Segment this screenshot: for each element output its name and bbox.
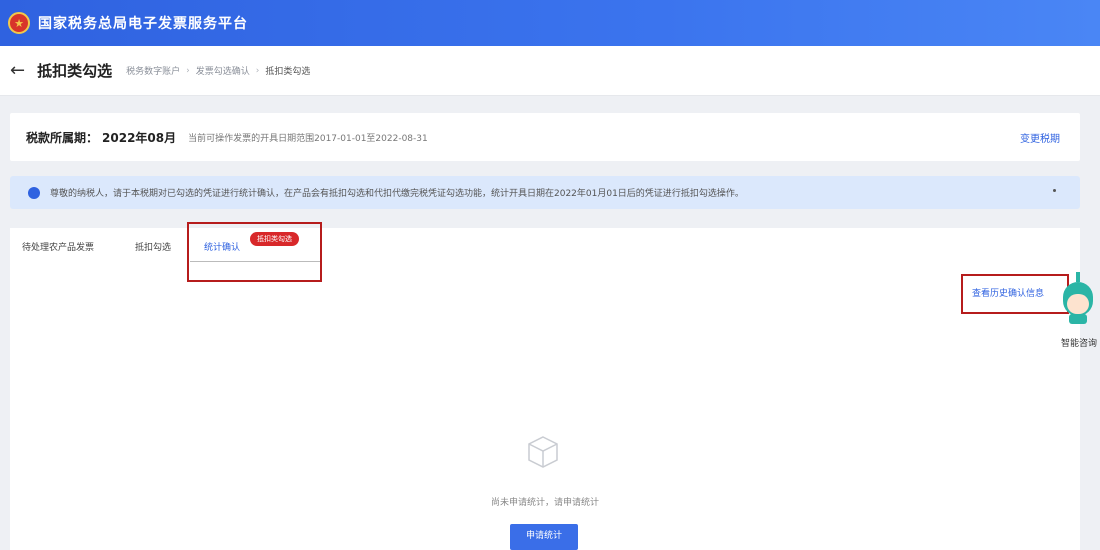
assistant-label: 智能咨询	[1060, 339, 1097, 349]
page-header: ← 抵扣类勾选 税务数字账户 › 发票勾选确认 › 抵扣类勾选	[0, 46, 1100, 96]
breadcrumb-item-1[interactable]: 税务数字账户	[126, 64, 180, 77]
more-dot-icon[interactable]	[1053, 189, 1056, 192]
assistant-body	[1069, 314, 1087, 324]
info-icon	[28, 186, 40, 199]
info-notice-banner: 尊敬的纳税人，请于本税期对已勾选的凭证进行统计确认，在产品会有抵扣勾选和代扣代缴…	[10, 176, 1080, 209]
tab-deduction-check[interactable]: 抵扣勾选	[135, 240, 171, 253]
page-title: 抵扣类勾选	[37, 62, 113, 80]
notice-text: 尊敬的纳税人，请于本税期对已勾选的凭证进行统计确认，在产品会有抵扣勾选和代扣代缴…	[50, 189, 744, 199]
period-note: 当前可操作发票的开具日期范围2017-01-01至2022-08-31	[188, 133, 428, 144]
smart-assistant-widget[interactable]: 智能咨询	[1057, 272, 1099, 350]
period-value: 2022年08月	[102, 130, 177, 145]
assistant-antenna	[1076, 272, 1080, 282]
tax-period-card: 税款所属期： 2022年08月 当前可操作发票的开具日期范围2017-01-01…	[10, 113, 1080, 161]
period-label: 税款所属期：	[26, 130, 99, 145]
breadcrumb-item-2[interactable]: 发票勾选确认	[196, 64, 250, 77]
empty-box-icon	[528, 436, 558, 468]
empty-state-text: 尚未申请统计，请申请统计	[490, 498, 599, 508]
apply-statistics-button[interactable]: 申请统计	[510, 524, 578, 550]
breadcrumb-item-current: 抵扣类勾选	[265, 67, 311, 77]
highlight-box-tab	[187, 222, 322, 282]
assistant-face	[1067, 294, 1089, 314]
back-arrow-icon[interactable]: ←	[10, 60, 25, 81]
breadcrumb-separator: ›	[255, 65, 260, 76]
tab-pending-agricultural[interactable]: 待处理农产品发票	[22, 240, 94, 253]
platform-title: 国家税务总局电子发票服务平台	[38, 16, 248, 32]
breadcrumb-separator: ›	[186, 65, 190, 76]
main-content-panel: 待处理农产品发票 抵扣勾选 统计确认 抵扣类勾选 查看历史确认信息 尚未申请统计…	[10, 222, 1080, 550]
tab-bar: 待处理农产品发票 抵扣勾选 统计确认 抵扣类勾选	[10, 222, 410, 282]
change-period-link[interactable]: 变更税期	[1020, 130, 1060, 145]
highlight-box-link	[961, 274, 1069, 314]
tax-emblem-icon: ★	[8, 12, 30, 34]
top-navigation-bar: ★ 国家税务总局电子发票服务平台	[0, 0, 1100, 46]
